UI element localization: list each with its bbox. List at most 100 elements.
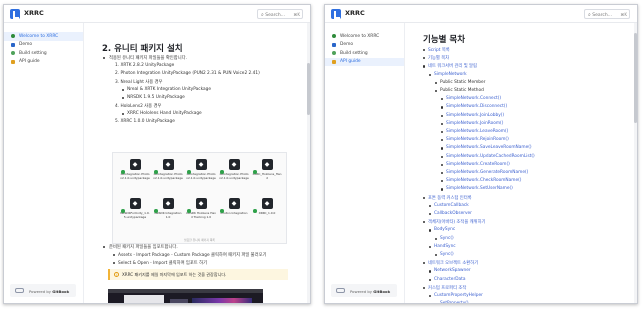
toc-link[interactable]: 네트워크 오브젝트 소환하기: [428, 260, 478, 266]
gitbook-logo-icon: [15, 288, 24, 293]
grid-caption: 필요한 유니티 패키지 목록: [184, 238, 215, 242]
unity-package-icon: ◆: [228, 198, 240, 209]
gitbook-logo-icon: [336, 288, 345, 293]
toc-label: Public Static Member: [440, 79, 486, 85]
toc-link[interactable]: CallbackObserver: [434, 211, 472, 216]
toc-link[interactable]: SimpleNetwork.RejoinRoom(): [446, 137, 509, 142]
toc-link[interactable]: SimpleNetwork.LeaveRoom(): [446, 129, 508, 134]
toc-link[interactable]: SetProperty(): [440, 301, 469, 303]
gear-icon: [11, 51, 15, 56]
bullet-icon: [429, 204, 432, 207]
sidebar-item-label: Demo: [19, 42, 33, 48]
bullet-icon: [441, 106, 444, 109]
toc-link[interactable]: SimpleNetwork.CreateRoom(): [446, 162, 510, 167]
toc-link[interactable]: 포톤 동력 커스텀 인터록: [428, 195, 472, 201]
search-input[interactable]: ⌕ Search... ⌘K: [584, 9, 630, 19]
toc-link[interactable]: Sync(): [440, 236, 454, 241]
toc-link[interactable]: SimpleNetwork.JoinRoom(): [446, 121, 503, 126]
check-icon: [121, 209, 125, 213]
search-input[interactable]: ⌕ Search... ⌘K: [257, 9, 303, 19]
sidebar-item[interactable]: API guide: [4, 58, 83, 67]
toc-link[interactable]: CustomCallback: [434, 203, 469, 208]
bullet-icon: [441, 188, 444, 191]
unity-package-icon: ◆: [228, 159, 240, 170]
install-intro: 준비된 패키지 파일들을 임포트합니다.: [109, 245, 178, 250]
bullet-icon: [429, 73, 432, 76]
powered-by-gitbook[interactable]: Powered by GitBook: [10, 284, 76, 297]
scrollbar[interactable]: [307, 23, 310, 303]
sidebar-nav: Welcome to XRRC Demo Build setting API guid…: [325, 23, 404, 66]
package-item: ◆ XRIntegration Photon2.1.0.unitypackage: [219, 159, 249, 180]
toc-link[interactable]: CustomPropertyHelper: [434, 293, 483, 298]
home-icon: [332, 34, 336, 39]
sidebar-item[interactable]: Build setting: [325, 49, 404, 58]
toc-link[interactable]: SimpleNetwork.SetUserName(): [446, 186, 513, 191]
sidebar-item[interactable]: Demo: [4, 41, 83, 50]
toc-link[interactable]: SimpleNetwork.GenerateRoomName(): [446, 170, 528, 175]
scroll-thumb[interactable]: [634, 33, 637, 123]
bullet-icon: [441, 122, 444, 125]
package-item: ◆ XRSDK Hololens Hand Tracking 1.0: [186, 198, 216, 219]
shortcut-hint: ⌘K: [620, 11, 627, 17]
check-icon: [253, 209, 257, 213]
left-window: XRRC ⌕ Search... ⌘K Welcome to XRRC Demo B…: [3, 4, 311, 304]
sidebar-item[interactable]: Welcome to XRRC: [4, 32, 83, 41]
sidebar-item-label: Demo: [340, 42, 354, 48]
toc-link[interactable]: BodySync: [434, 227, 455, 232]
app-title[interactable]: XRRC: [345, 9, 365, 17]
toc-link[interactable]: Script 목록: [428, 47, 450, 53]
nreal-sub-2: NRSDK 1.9.5 UnityPackage: [127, 95, 185, 100]
sidebar-nav: Welcome to XRRC Demo Build setting API guid…: [4, 23, 83, 66]
bullet-icon: [113, 262, 116, 265]
page-heading: 2. 유니티 패키지 설치: [102, 44, 183, 54]
toc-link[interactable]: NetworkSpawner: [434, 268, 471, 273]
package-label: XRIntegration Photon2.1.0.unitypackage: [120, 172, 150, 180]
toc-link[interactable]: 네트 워크서버 관리 및 알림: [428, 63, 477, 69]
toc-link[interactable]: HandSync: [434, 244, 456, 249]
toc-link[interactable]: SimpleNetwork.Connect(): [446, 96, 501, 101]
package-label: Photon Integration: [220, 211, 248, 215]
bullet-icon: [423, 196, 426, 199]
powered-by-gitbook[interactable]: Powered by GitBook: [331, 284, 397, 297]
sidebar-item[interactable]: API guide: [325, 57, 404, 66]
package-label: NRSDK Integration 1.0: [154, 211, 182, 219]
top-bar: XRRC ⌕ Search... ⌘K: [325, 5, 637, 23]
scroll-thumb[interactable]: [307, 63, 310, 115]
package-grid-image: ◆ XRIntegration Photon2.1.0.unitypackage …: [112, 152, 287, 244]
xrrc-logo-icon[interactable]: [331, 9, 341, 19]
powered-prefix: Powered by: [350, 288, 373, 294]
gear-icon: [332, 51, 336, 56]
toc-link[interactable]: 객체지(아바타) 조작을 캐위하기: [428, 219, 485, 225]
step-4: 4. HoloLens2 사용 경우: [115, 104, 162, 109]
unity-package-icon: ◆: [162, 198, 174, 209]
toc-link[interactable]: SimpleNetwork.SaveLeaveRoomName(): [446, 145, 532, 150]
bullet-icon: [441, 180, 444, 183]
toc-link[interactable]: SimpleNetwork.CheckRoomName(): [446, 178, 521, 183]
bullet-icon: [441, 131, 444, 134]
app-title[interactable]: XRRC: [24, 9, 44, 17]
sidebar-item[interactable]: Demo: [325, 41, 404, 50]
toc-link[interactable]: SimpleNetwork.JoinLobby(): [446, 113, 504, 118]
page-heading: 기능별 목차: [423, 35, 466, 45]
xrrc-logo-icon[interactable]: [10, 9, 20, 19]
toc-link[interactable]: SimpleNetwork: [434, 72, 467, 77]
bullet-icon: [122, 113, 125, 116]
toc-link[interactable]: 기능별 목차: [428, 55, 449, 61]
sidebar-item[interactable]: Build setting: [4, 49, 83, 58]
toc-link[interactable]: Sync(): [440, 252, 454, 257]
toc-link[interactable]: SimpleNetwork.UpdateCachedRoomList(): [446, 154, 535, 159]
package-item: ◆ XRIntegration Photon2.1.0.unitypackage: [120, 159, 150, 180]
package-label: XRRC_Hololens_Hand: [252, 172, 282, 180]
bullet-icon: [441, 139, 444, 142]
sidebar-item-label: Welcome to XRRC: [19, 33, 59, 39]
sidebar-item[interactable]: Welcome to XRRC: [325, 32, 404, 41]
bullet-icon: [441, 163, 444, 166]
bullet-icon: [103, 246, 106, 249]
bullet-icon: [429, 295, 432, 298]
toc-link[interactable]: SimpleNetwork.Disconnect(): [446, 104, 507, 109]
package-label: XRRC_1.0.0: [258, 211, 276, 215]
toc-link[interactable]: 커스텀 프로퍼티 조작: [428, 285, 466, 291]
scrollbar[interactable]: [634, 23, 637, 303]
bullet-icon: [423, 262, 426, 265]
toc-link[interactable]: CharacterData: [434, 277, 465, 282]
